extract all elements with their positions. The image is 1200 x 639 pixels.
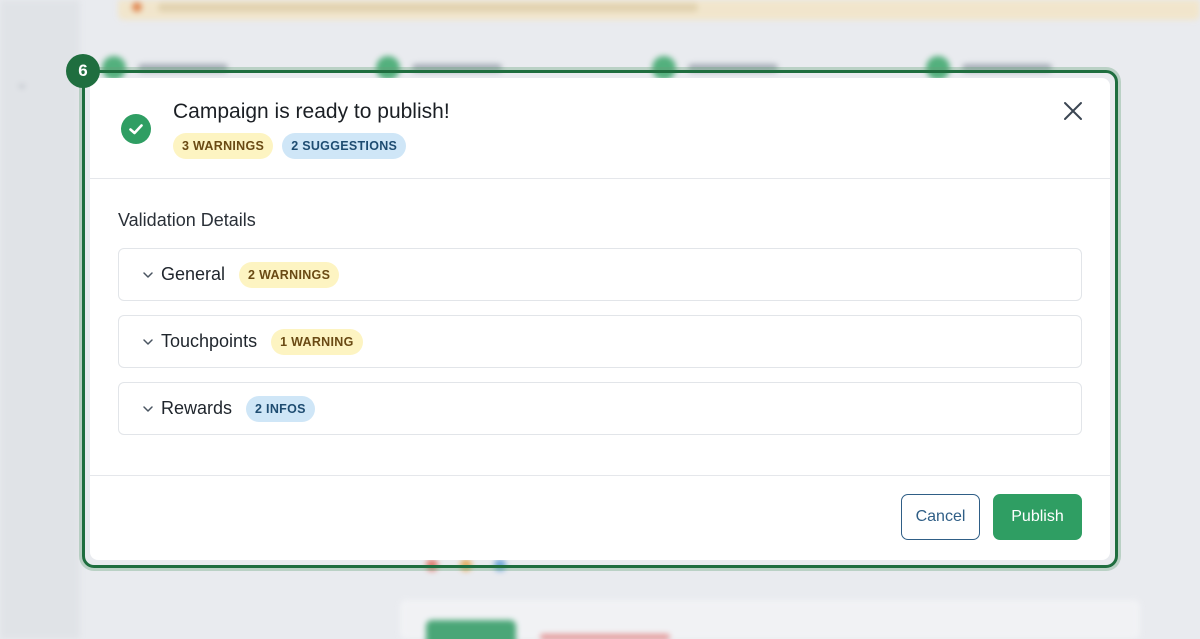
chevron-down-icon: [143, 271, 153, 278]
accordion-touchpoints[interactable]: Touchpoints 1 WARNING: [118, 315, 1082, 368]
background-sidebar: ⌄: [0, 0, 80, 639]
background-banner: [118, 0, 1200, 20]
background-link: [540, 634, 670, 639]
publish-confirmation-modal: Campaign is ready to publish! 3 WARNINGS…: [90, 78, 1110, 560]
header-badges: 3 WARNINGS 2 SUGGESTIONS: [173, 133, 407, 159]
accordion-rewards[interactable]: Rewards 2 INFOS: [118, 382, 1082, 435]
section-badge: 2 INFOS: [246, 395, 315, 422]
chevron-down-icon: [143, 338, 153, 345]
background-banner-text: [158, 3, 698, 12]
modal-footer: Cancel Publish: [90, 476, 1110, 559]
section-badge: 2 WARNINGS: [239, 261, 340, 288]
chevron-down-icon: ⌄: [16, 76, 28, 92]
accordion-general[interactable]: General 2 WARNINGS: [118, 248, 1082, 301]
publish-button[interactable]: Publish: [993, 494, 1082, 540]
section-badge: 1 WARNING: [271, 328, 363, 355]
modal-header: Campaign is ready to publish! 3 WARNINGS…: [90, 78, 1110, 179]
accordion-label: Rewards: [161, 398, 233, 418]
alert-icon: [132, 2, 142, 12]
step-number-badge: 6: [66, 54, 100, 88]
accordion-label: General: [161, 264, 226, 284]
warnings-badge: 3 WARNINGS: [173, 133, 274, 159]
suggestions-badge: 2 SUGGESTIONS: [282, 133, 407, 159]
background-panel: [400, 600, 1140, 639]
background-button: [426, 620, 516, 639]
cancel-button[interactable]: Cancel: [901, 494, 980, 540]
modal-title: Campaign is ready to publish!: [173, 100, 450, 123]
validation-details-heading: Validation Details: [118, 210, 256, 230]
close-icon[interactable]: [1062, 100, 1084, 122]
modal-body: Validation Details General 2 WARNINGS To…: [90, 179, 1110, 476]
accordion-label: Touchpoints: [161, 331, 258, 351]
chevron-down-icon: [143, 405, 153, 412]
check-circle-icon: [121, 114, 151, 144]
